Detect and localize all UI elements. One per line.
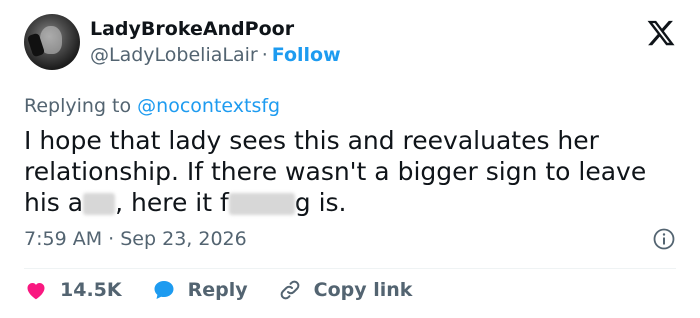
display-name[interactable]: LadyBrokeAndPoor (90, 17, 341, 41)
replying-to: Replying to @nocontextsfg (24, 94, 280, 118)
link-icon (280, 280, 299, 300)
tweet-line-3-part-2: , here it f (115, 188, 229, 217)
censor-blur (228, 193, 295, 215)
handle-separator: · (261, 44, 268, 66)
action-bar: 14.5K Reply Copy link (24, 276, 442, 304)
copy-link-label: Copy link (313, 279, 413, 301)
tweet-line-3: his a , here it f g is. (24, 187, 684, 218)
tweet-card: LadyBrokeAndPoor @LadyLobeliaLair · Follow… (0, 0, 700, 318)
likes-count: 14.5K (60, 279, 122, 301)
reply-button[interactable]: Reply (152, 276, 248, 304)
tweet-line-3-part-1: his a (24, 188, 84, 217)
handle-row: @LadyLobeliaLair · Follow (90, 43, 341, 67)
divider (24, 268, 676, 269)
tweet-timestamp[interactable]: 7:59 AM · Sep 23, 2026 (24, 227, 247, 251)
meta-separator: · (108, 228, 115, 250)
tweet-line-3-part-3: g is. (294, 188, 347, 217)
tweet-time: 7:59 AM (24, 228, 103, 250)
heart-icon (27, 283, 45, 300)
replying-to-prefix: Replying to (24, 95, 132, 117)
author-info: LadyBrokeAndPoor @LadyLobeliaLair · Follow (90, 17, 341, 67)
tweet-text: I hope that lady sees this and reevaluat… (24, 125, 684, 218)
avatar[interactable] (24, 14, 80, 70)
like-button[interactable]: 14.5K (24, 276, 122, 304)
reply-label: Reply (187, 279, 248, 301)
follow-button[interactable]: Follow (272, 44, 341, 66)
tweet-line-2: relationship. If there wasn't a bigger s… (24, 157, 647, 186)
tweet-date: Sep 23, 2026 (120, 228, 247, 250)
reply-mention-link[interactable]: @nocontextsfg (137, 95, 280, 117)
censor-blur (83, 193, 116, 215)
x-logo-icon[interactable] (646, 18, 676, 48)
reply-bubble-icon (154, 281, 174, 299)
tweet-header: LadyBrokeAndPoor @LadyLobeliaLair · Follow (24, 14, 341, 70)
handle[interactable]: @LadyLobeliaLair (90, 44, 258, 66)
info-icon[interactable] (652, 227, 676, 251)
tweet-line-1: I hope that lady sees this and reevaluat… (24, 126, 599, 155)
copy-link-button[interactable]: Copy link (278, 276, 413, 304)
